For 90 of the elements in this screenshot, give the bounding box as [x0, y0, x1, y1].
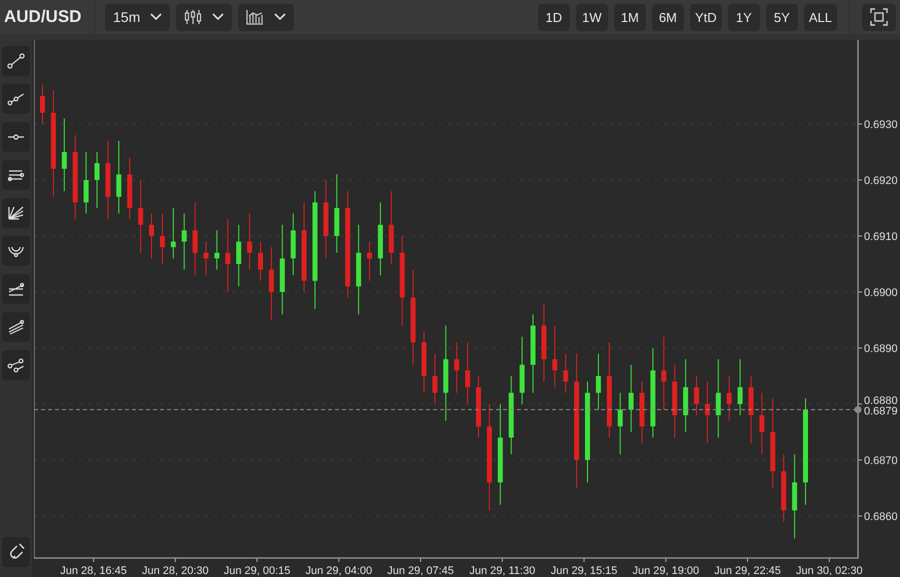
time-axis-label: Jun 29, 22:45: [714, 565, 781, 577]
ray-icon: [7, 91, 25, 107]
candle: [204, 241, 208, 276]
drawing-tool-button[interactable]: [2, 312, 30, 342]
range-button[interactable]: ALL: [804, 4, 837, 30]
candle: [160, 213, 165, 264]
price-axis-label: 0.6920: [864, 175, 898, 187]
price-axis-label: 0.6930: [864, 119, 898, 131]
range-button[interactable]: 1Y: [728, 4, 760, 30]
candle: [563, 353, 568, 394]
candle: [182, 213, 187, 270]
range-button[interactable]: YtD: [690, 4, 722, 30]
candle: [422, 330, 426, 394]
candle: [247, 213, 252, 270]
candle: [704, 381, 710, 444]
candle: [258, 241, 263, 282]
candle: [618, 392, 623, 455]
candle: [748, 376, 754, 444]
candle: [759, 392, 764, 455]
candle: [367, 241, 372, 282]
indicators-dropdown[interactable]: [238, 4, 294, 30]
candle: [290, 213, 296, 276]
candle: [127, 157, 132, 220]
chevron-icon: [274, 13, 286, 21]
diagonal-lines-icon: [7, 319, 25, 335]
range-button[interactable]: 1D: [538, 4, 570, 30]
interval-dropdown[interactable]: 15m: [105, 4, 170, 30]
drawing-tool-button[interactable]: [2, 350, 30, 380]
candle: [476, 376, 481, 438]
candle: [432, 353, 438, 404]
price-axis-label: 0.6880: [864, 395, 898, 407]
chevron-icon: [212, 13, 224, 21]
candle: [214, 230, 220, 270]
drawing-tool-button[interactable]: [2, 198, 30, 228]
candle: [640, 381, 644, 444]
candle: [465, 342, 470, 404]
candle: [694, 376, 699, 416]
range-button[interactable]: 1M: [614, 4, 646, 30]
candlestick-icon: [184, 9, 202, 25]
price-axis-label: 0.6860: [864, 511, 898, 523]
price-axis-label: 0.6900: [864, 287, 898, 299]
candle: [170, 208, 176, 259]
current-price-marker: [854, 406, 862, 414]
candle: [520, 336, 525, 404]
candle: [236, 224, 242, 287]
candle: [596, 353, 601, 410]
angled-line-icon: [7, 281, 25, 297]
drawing-tool-button[interactable]: [2, 274, 30, 304]
drawing-tool-button[interactable]: [2, 236, 30, 266]
candle: [40, 84, 45, 124]
symbol-title: AUD/USD: [4, 7, 82, 27]
candle: [738, 358, 743, 416]
magnet-button[interactable]: [2, 537, 30, 567]
time-axis-label: Jun 29, 00:15: [224, 565, 290, 577]
time-axis-label: Jun 29, 15:15: [550, 565, 618, 577]
connected-points-icon: [7, 357, 25, 373]
time-axis-label: Jun 28, 16:45: [60, 565, 127, 577]
bar-chart-icon: [246, 9, 264, 25]
price-axis-label: 0.6870: [864, 455, 898, 467]
drawing-tool-button[interactable]: [2, 160, 30, 190]
price-axis-label: 0.6910: [864, 231, 898, 243]
time-axis-label: Jun 29, 07:45: [387, 565, 454, 577]
time-axis-label: Jun 29, 19:00: [632, 565, 700, 577]
drawing-tool-button[interactable]: [2, 122, 30, 152]
candle: [149, 213, 154, 259]
time-axis-label: Jun 29, 04:00: [305, 565, 372, 577]
candle: [552, 325, 558, 388]
drawing-tool-button[interactable]: [2, 46, 30, 76]
price-axis-label: 0.6890: [864, 343, 898, 355]
current-price-label: 0.6879: [864, 406, 898, 418]
chevron-icon: [150, 13, 162, 21]
drawing-tool-button[interactable]: [2, 84, 30, 114]
fan-icon: [7, 205, 25, 221]
candle: [726, 376, 732, 422]
time-axis-label: Jun 29, 11:30: [469, 565, 536, 577]
range-button[interactable]: 5Y: [766, 4, 798, 30]
range-button[interactable]: 1W: [576, 4, 608, 30]
candle: [781, 454, 786, 522]
fullscreen-icon: [870, 8, 888, 26]
trend-line-icon: [7, 53, 25, 69]
time-axis-label: Jun 30, 02:30: [796, 565, 863, 577]
candle: [628, 364, 634, 432]
fullscreen-button[interactable]: [862, 4, 896, 30]
magnet-icon: [7, 543, 25, 561]
candle: [94, 152, 100, 208]
candle: [454, 342, 460, 394]
range-button[interactable]: 6M: [652, 4, 684, 30]
chart-type-dropdown[interactable]: [176, 4, 232, 30]
time-axis-label: Jun 28, 20:30: [142, 565, 209, 577]
candle: [84, 152, 89, 214]
